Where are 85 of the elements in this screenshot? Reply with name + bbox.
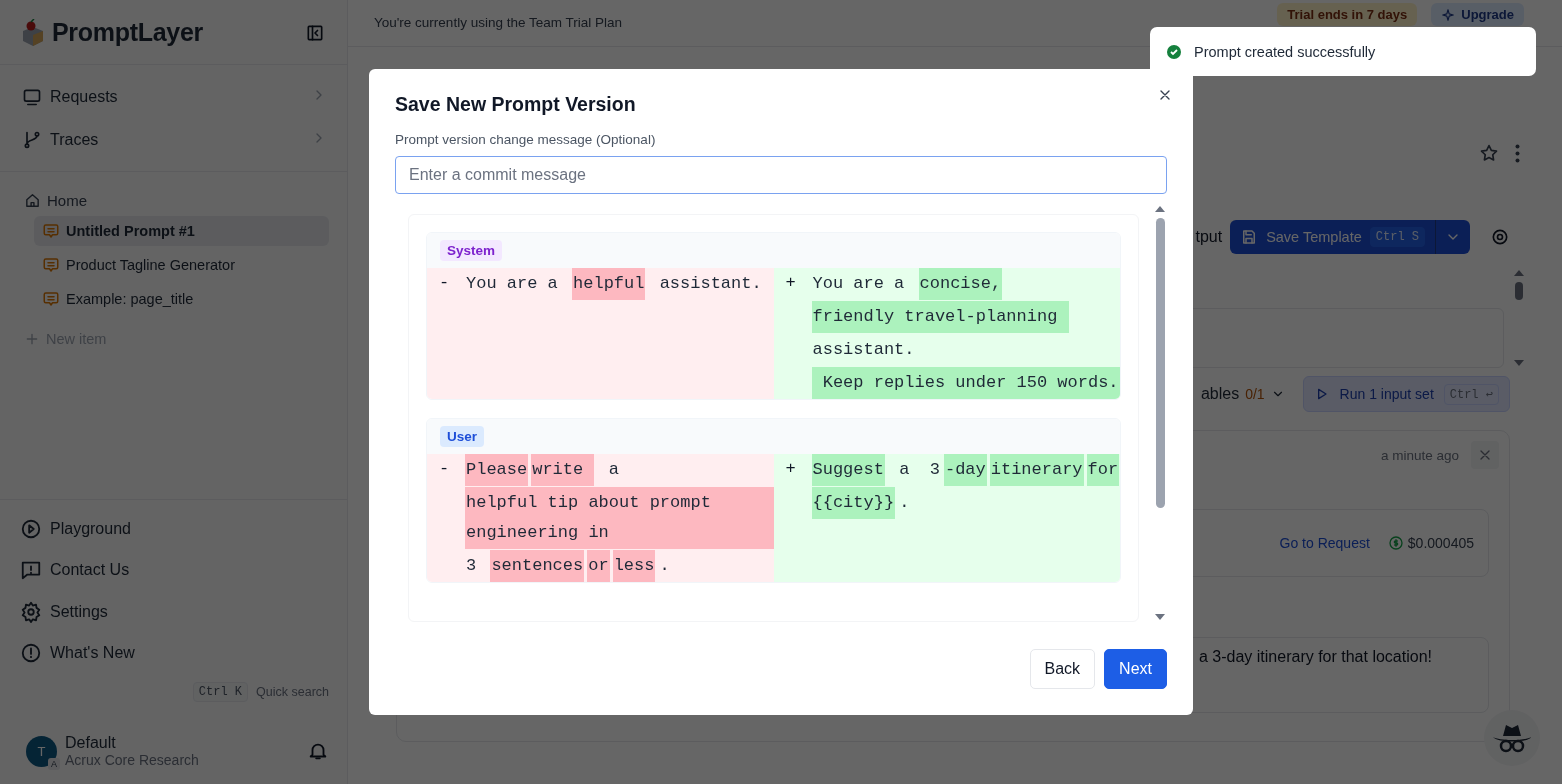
back-button[interactable]: Back	[1029, 649, 1096, 689]
nav-item[interactable]: Requests	[20, 75, 327, 118]
settings-icon	[20, 600, 42, 623]
removed-text: or	[587, 550, 610, 582]
added-text: concise,	[918, 268, 1003, 300]
home-icon	[24, 191, 41, 209]
removed-text: helpful	[572, 268, 646, 300]
nav-item[interactable]: Contact Us	[18, 549, 329, 591]
next-button[interactable]: Next	[1104, 649, 1167, 689]
scroll-down-icon	[1155, 612, 1165, 622]
field-label: Prompt version change message (Optional)	[395, 132, 657, 147]
added-text: {{city}}	[811, 487, 896, 519]
nav-item[interactable]: Settings	[18, 591, 329, 633]
diff-text: You are a	[465, 273, 559, 295]
plan-notice: You're currently using the Team Trial Plan	[374, 14, 623, 30]
nav-item[interactable]: Playground	[18, 508, 329, 550]
diff-sign: +	[784, 272, 797, 294]
diff-text: a	[607, 459, 620, 481]
added-text: -day	[943, 454, 987, 486]
tree-item[interactable]: Home	[47, 191, 87, 209]
diff-text: 3	[465, 555, 478, 577]
alert-circle-icon	[20, 642, 42, 665]
diff-text: assistant.	[658, 273, 763, 295]
diff-text: .	[658, 555, 671, 577]
workspace-name: Default	[65, 734, 117, 752]
toast-message: Prompt created successfully	[1194, 43, 1376, 60]
trial-badge: Trial ends in 7 days	[1277, 3, 1418, 26]
tab-label[interactable]: tput	[1195, 228, 1223, 246]
quick-search-link[interactable]: Quick search	[256, 685, 329, 699]
more-icon[interactable]	[1515, 143, 1520, 163]
prompt-item[interactable]: Product Tagline Generator	[34, 250, 329, 280]
chat-icon	[42, 222, 60, 240]
added-text: Suggest	[811, 454, 885, 486]
removed-text: less	[612, 550, 656, 582]
removed-text: write	[531, 454, 595, 486]
diff-text: a 3	[898, 459, 941, 481]
nav-item[interactable]: What's New	[18, 632, 329, 674]
dollar-icon	[1387, 535, 1404, 551]
app-logo: PromptLayer	[52, 18, 203, 47]
shortcut-key: Ctrl K	[192, 682, 249, 702]
chat-icon	[42, 290, 60, 308]
removed-text: sentences	[490, 550, 585, 582]
shortcut-key: Ctrl S	[1369, 227, 1425, 247]
prompt-item[interactable]: Example: page_title	[34, 284, 329, 314]
role-tag: User	[440, 426, 485, 447]
nav-item[interactable]: Traces	[20, 118, 327, 161]
dialog-title: Save New Prompt Version	[395, 93, 637, 116]
diff-sign: +	[784, 458, 797, 480]
diff-text: assistant.	[811, 339, 916, 361]
prompt-item[interactable]: Untitled Prompt #1	[34, 216, 329, 246]
chat-icon	[42, 256, 60, 274]
added-text: for	[1086, 454, 1120, 486]
organization-name: Acrux Core Research	[65, 752, 200, 768]
removed-text: Please	[465, 454, 529, 486]
message-alert-icon	[20, 559, 42, 582]
save-template-button[interactable]: Save Template Ctrl S	[1230, 220, 1436, 254]
diff-sign: -	[438, 272, 451, 294]
diff-text: .	[898, 492, 911, 514]
workspace-avatar[interactable]: T A	[26, 735, 57, 767]
diff-text: You are a	[811, 273, 906, 295]
added-text: friendly travel-planning	[811, 301, 1069, 333]
scroll-up-icon	[1514, 268, 1524, 278]
plus-icon	[24, 331, 40, 347]
timestamp: a minute ago	[1380, 447, 1459, 463]
scroll-down-icon	[1514, 358, 1524, 368]
check-circle-icon	[1166, 43, 1182, 60]
upgrade-button[interactable]: Upgrade	[1431, 3, 1524, 26]
added-text: itinerary	[989, 454, 1084, 486]
cost-value: $0.000405	[1407, 535, 1474, 551]
branch-icon	[22, 129, 42, 150]
diff-sign: -	[438, 458, 451, 480]
go-to-request-link[interactable]: Go to Request	[1279, 535, 1370, 551]
message-text: a 3-day itinerary for that location!	[1199, 648, 1432, 667]
variables-dropdown[interactable]: ables 0/1	[1194, 384, 1291, 404]
role-tag: System	[440, 240, 503, 261]
scrollbar-thumb[interactable]	[1155, 218, 1165, 508]
play-icon	[20, 517, 42, 540]
star-icon	[1479, 143, 1499, 163]
logo-icon	[20, 18, 46, 47]
scroll-up-icon	[1155, 204, 1165, 214]
commit-message-field[interactable]: Enter a commit message	[395, 156, 1167, 194]
avatar-badge: A	[48, 757, 60, 770]
scrollbar-thumb[interactable]	[1515, 282, 1523, 300]
sparkle-icon	[1441, 7, 1456, 22]
added-text: Keep replies under 150 words.	[811, 367, 1120, 399]
